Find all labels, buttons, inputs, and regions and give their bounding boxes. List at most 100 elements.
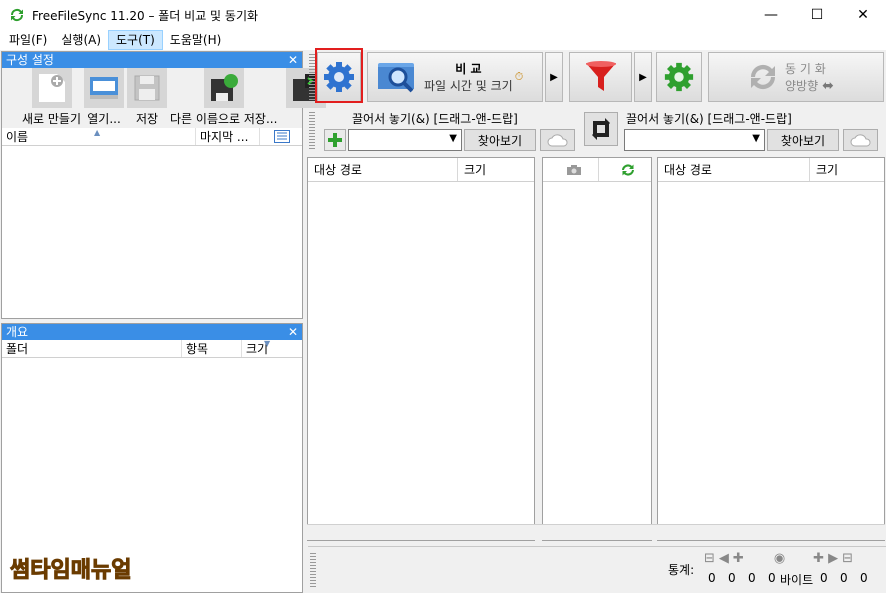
stat-right-create: 0 — [820, 571, 828, 585]
overview-col-folder[interactable]: 폴더 — [2, 340, 182, 357]
sort-ascending-icon: ▲ — [94, 128, 101, 137]
open-config-icon — [84, 68, 125, 108]
config-panel-title: 구성 설정 — [6, 53, 54, 67]
save-label: 저장 — [135, 112, 159, 126]
two-way-arrow-icon: ⬌ — [822, 77, 834, 94]
minimize-button[interactable]: — — [748, 0, 794, 30]
add-folder-pair-button[interactable] — [324, 129, 346, 151]
sync-direction-icon[interactable] — [599, 158, 651, 181]
compare-variant-label: 파일 시간 및 크기 — [424, 79, 513, 93]
right-col-size[interactable]: 크기 — [810, 158, 884, 181]
overview-panel-title: 개요 — [6, 325, 29, 339]
triangle-right-icon-2: ▶ — [639, 71, 647, 83]
new-config-button[interactable]: 새로 만들기 — [22, 68, 81, 128]
cloud-icon — [547, 134, 567, 147]
config-panel-header: 구성 설정 ✕ — [2, 52, 302, 68]
statistics-label: 통계: — [668, 563, 695, 577]
app-logo-icon — [10, 8, 24, 22]
horizontal-scroll-strip[interactable] — [307, 524, 885, 540]
config-col-last[interactable]: 마지막 ... — [196, 128, 260, 145]
sync-gear-icon — [664, 62, 694, 92]
left-folder-combo[interactable]: ▼ — [348, 129, 462, 151]
sync-variant-label: 양방향 ⬌ — [785, 77, 834, 94]
status-bar: 통계: ⊟ ◀ ✚ ◉ ✚ ▶ ⊟ 0 0 0 0 바이트 0 0 0 — [308, 546, 886, 593]
folder-grip[interactable] — [309, 112, 315, 150]
highlight-frame — [315, 48, 363, 103]
config-toolbar: 새로 만들기 열기... 저장 다른 이름으로 저장... — [2, 68, 327, 128]
swap-sides-button[interactable] — [584, 112, 618, 146]
window-title: FreeFileSync 11.20 – 폴더 비교 및 동기화 — [32, 8, 259, 23]
compare-label: 비 교 — [455, 62, 482, 76]
compare-button[interactable]: 비 교 파일 시간 및 크기 ⏱ — [367, 52, 543, 102]
left-delete-icon: ◀ — [718, 551, 729, 566]
right-folder-combo[interactable]: ▼ — [624, 129, 765, 151]
right-browse-button[interactable]: 찾아보기 — [767, 129, 839, 151]
menu-tools[interactable]: 도구(T) — [108, 30, 163, 50]
compare-options-dropdown[interactable]: ▶ — [545, 52, 563, 102]
filter-button[interactable] — [569, 52, 632, 102]
stat-icons: ⊟ ◀ ✚ ◉ ✚ ▶ ⊟ — [704, 551, 884, 571]
left-browse-button[interactable]: 찾아보기 — [464, 129, 536, 151]
menu-help[interactable]: 도움말(H) — [163, 30, 229, 50]
left-update-icon: ✚ — [732, 551, 744, 566]
right-update-icon: ▶ — [828, 551, 839, 566]
middle-action-grid[interactable] — [542, 157, 652, 541]
overview-list-header: 폴더 항목 크기 ▼ — [2, 339, 302, 358]
close-button[interactable]: ✕ — [840, 0, 886, 30]
sync-arrows-icon — [750, 64, 776, 90]
stat-left-create: 0 — [708, 571, 716, 585]
middle-grid-header — [543, 158, 651, 182]
open-config-label: 열기... — [87, 112, 121, 126]
status-grip[interactable] — [310, 553, 316, 589]
right-grid-header: 대상 경로 크기 — [658, 158, 884, 182]
right-delete-icon: ⊟ — [842, 551, 853, 566]
right-col-path[interactable]: 대상 경로 — [658, 158, 810, 181]
config-panel: 구성 설정 ✕ 새로 만들기 열기... 저장 다른 이름으로 저장... 이름… — [1, 51, 327, 319]
compare-magnifier-icon — [378, 63, 414, 93]
save-as-icon — [203, 68, 244, 108]
right-create-icon: ✚ — [813, 551, 825, 566]
left-file-grid[interactable]: 대상 경로 크기 — [307, 157, 535, 541]
maximize-button[interactable]: ☐ — [794, 0, 840, 30]
plus-icon — [328, 133, 342, 147]
stat-counts: 0 0 0 0 바이트 0 0 0 — [708, 571, 880, 588]
column-settings-icon[interactable] — [260, 128, 300, 145]
save-as-button[interactable]: 다른 이름으로 저장... — [170, 68, 277, 128]
camera-icon[interactable] — [543, 158, 599, 181]
menu-file[interactable]: 파일(F) — [2, 30, 54, 50]
overview-panel-close-icon[interactable]: ✕ — [288, 324, 298, 340]
save-icon — [127, 68, 168, 108]
open-config-button[interactable]: 열기... — [84, 68, 125, 128]
overview-col-items[interactable]: 항목 — [182, 340, 242, 357]
left-dnd-label: 끌어서 놓기(&) [드래그-앤-드랍] — [352, 112, 518, 126]
stat-right-update: 0 — [840, 571, 848, 585]
data-size-icon: ◉ — [773, 551, 786, 566]
title-bar: FreeFileSync 11.20 – 폴더 비교 및 동기화 — ☐ ✕ — [0, 0, 886, 30]
right-cloud-button[interactable] — [843, 129, 878, 151]
config-panel-close-icon[interactable]: ✕ — [288, 52, 298, 68]
swap-arrows-icon — [592, 118, 610, 140]
stat-bytes-value: 0 — [768, 571, 776, 585]
synchronize-button[interactable]: 동 기 화 양방향 ⬌ — [708, 52, 884, 102]
stat-left-update: 0 — [728, 571, 736, 585]
overview-panel-header: 개요 ✕ — [2, 324, 302, 340]
new-config-label: 새로 만들기 — [22, 112, 82, 126]
stat-right-delete: 0 — [860, 571, 868, 585]
save-as-label: 다른 이름으로 저장... — [170, 112, 278, 126]
menu-bar: 파일(F) 실행(A) 도구(T) 도움말(H) — [0, 30, 886, 50]
left-col-size[interactable]: 크기 — [458, 158, 534, 181]
watermark-text: 썸타임매뉴얼 — [9, 558, 132, 584]
left-cloud-button[interactable] — [540, 129, 575, 151]
right-file-grid[interactable]: 대상 경로 크기 — [657, 157, 885, 541]
filter-options-dropdown[interactable]: ▶ — [634, 52, 652, 102]
app-window: FreeFileSync 11.20 – 폴더 비교 및 동기화 — ☐ ✕ 파… — [0, 0, 886, 593]
config-list-header: 이름 ▲ 마지막 ... — [2, 128, 302, 146]
config-col-name[interactable]: 이름 ▲ — [2, 128, 196, 145]
sort-descending-icon: ▼ — [264, 339, 271, 348]
left-col-path[interactable]: 대상 경로 — [308, 158, 458, 181]
stat-bytes-unit: 바이트 — [780, 573, 814, 587]
menu-run[interactable]: 실행(A) — [54, 30, 108, 50]
overview-col-size[interactable]: 크기 ▼ — [242, 339, 300, 357]
save-button[interactable]: 저장 — [127, 68, 168, 128]
sync-settings-button[interactable] — [656, 52, 702, 102]
